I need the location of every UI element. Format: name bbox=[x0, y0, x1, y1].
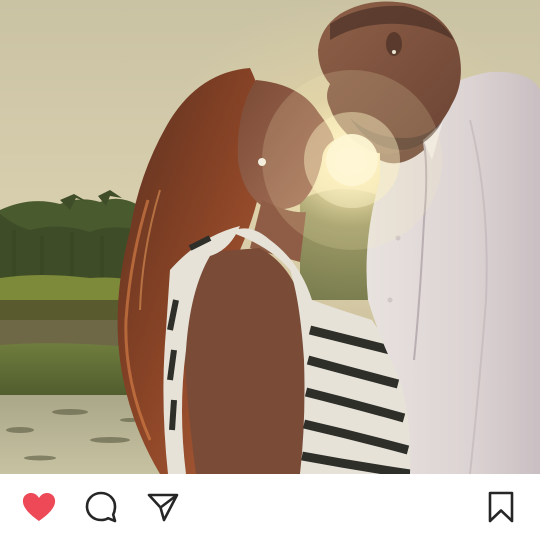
paper-plane-icon bbox=[147, 493, 179, 522]
post-photo[interactable] bbox=[0, 0, 540, 474]
post-action-bar bbox=[0, 474, 540, 540]
save-button[interactable] bbox=[482, 488, 520, 526]
couple-sunset-image bbox=[0, 0, 540, 474]
share-button[interactable] bbox=[144, 488, 182, 526]
bookmark-icon bbox=[488, 491, 514, 523]
comment-button[interactable] bbox=[82, 488, 120, 526]
like-button[interactable] bbox=[20, 488, 58, 526]
post-card bbox=[0, 0, 540, 540]
heart-icon bbox=[22, 493, 56, 521]
speech-bubble-icon bbox=[85, 491, 117, 523]
